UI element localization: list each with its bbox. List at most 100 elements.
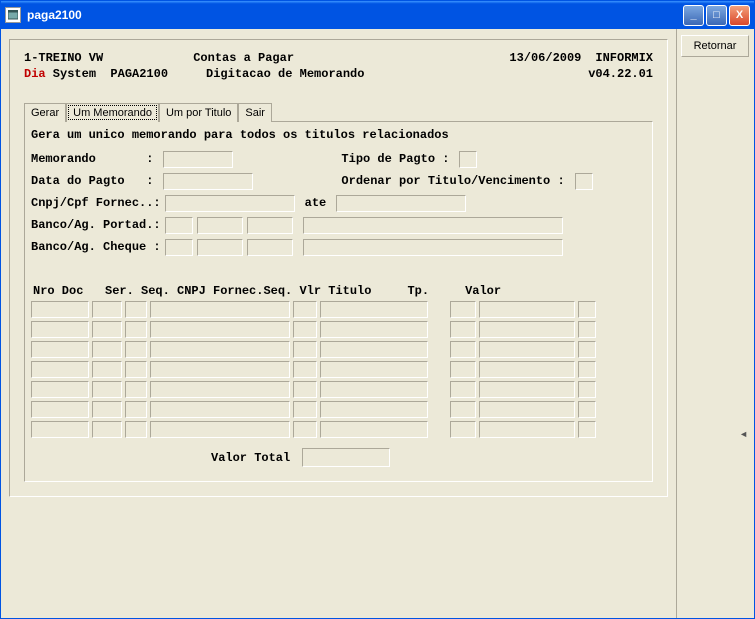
cell-ser[interactable] [92,401,122,418]
table-row [31,361,646,378]
cell-tp[interactable] [450,401,476,418]
table-row [31,421,646,438]
tab-um-por-titulo[interactable]: Um por Titulo [159,103,238,122]
cell-trail[interactable] [578,321,596,338]
data-pagto-input[interactable] [163,173,253,190]
banco-cheque-2[interactable] [197,239,243,256]
cell-seq[interactable] [125,421,147,438]
cell-seq[interactable] [125,301,147,318]
row-memorando: Memorando : Tipo de Pagto : [31,148,646,170]
cell-ser[interactable] [92,421,122,438]
cell-ser[interactable] [92,301,122,318]
ordenar-input[interactable] [575,173,593,190]
banco-portad-2[interactable] [197,217,243,234]
cell-vlr-titulo[interactable] [320,401,428,418]
cell-cnpj-fornec[interactable] [150,401,290,418]
cell-seq2[interactable] [293,381,317,398]
cell-cnpj-fornec[interactable] [150,361,290,378]
cell-trail[interactable] [578,381,596,398]
cell-cnpj-fornec[interactable] [150,381,290,398]
cell-tp[interactable] [450,361,476,378]
cell-seq[interactable] [125,401,147,418]
cell-ser[interactable] [92,361,122,378]
total-input[interactable] [302,448,390,467]
cell-vlr-titulo[interactable] [320,321,428,338]
cell-cnpj-fornec[interactable] [150,301,290,318]
cell-valor[interactable] [479,401,575,418]
memorando-input[interactable] [163,151,233,168]
cell-nro-doc[interactable] [31,421,89,438]
cell-tp[interactable] [450,321,476,338]
ordenar-label: Ordenar por Titulo/Vencimento : [341,174,564,188]
cell-tp[interactable] [450,421,476,438]
cell-seq2[interactable] [293,301,317,318]
cell-seq2[interactable] [293,341,317,358]
banco-cheque-3[interactable] [247,239,293,256]
tab-um-memorando[interactable]: Um Memorando [66,103,159,122]
banco-portad-desc[interactable] [303,217,563,234]
cell-seq[interactable] [125,361,147,378]
header-line-2: Dia System PAGA2100 Digitacao de Memoran… [24,66,653,82]
window-title: paga2100 [27,8,683,22]
cell-ser[interactable] [92,321,122,338]
cell-tp[interactable] [450,341,476,358]
cell-nro-doc[interactable] [31,401,89,418]
cell-vlr-titulo[interactable] [320,361,428,378]
cell-seq[interactable] [125,341,147,358]
cell-valor[interactable] [479,341,575,358]
cell-valor[interactable] [479,301,575,318]
tipo-pagto-input[interactable] [459,151,477,168]
cell-vlr-titulo[interactable] [320,341,428,358]
cell-valor[interactable] [479,381,575,398]
table-row [31,341,646,358]
total-label: Valor Total [211,451,290,465]
cell-ser[interactable] [92,341,122,358]
cell-valor[interactable] [479,361,575,378]
cell-cnpj-fornec[interactable] [150,341,290,358]
table-row [31,401,646,418]
window-body: 1-TREINO VW Contas a Pagar 13/06/2009 IN… [1,29,754,618]
tab-sair[interactable]: Sair [238,103,272,122]
cell-seq2[interactable] [293,321,317,338]
cell-nro-doc[interactable] [31,361,89,378]
cell-nro-doc[interactable] [31,381,89,398]
cell-seq[interactable] [125,321,147,338]
cell-trail[interactable] [578,341,596,358]
banco-cheque-1[interactable] [165,239,193,256]
cell-trail[interactable] [578,301,596,318]
cell-nro-doc[interactable] [31,321,89,338]
cell-valor[interactable] [479,321,575,338]
cell-ser[interactable] [92,381,122,398]
banco-portad-1[interactable] [165,217,193,234]
cell-seq[interactable] [125,381,147,398]
cell-vlr-titulo[interactable] [320,421,428,438]
cell-cnpj-fornec[interactable] [150,321,290,338]
cell-nro-doc[interactable] [31,301,89,318]
close-button[interactable]: X [729,5,750,26]
cell-trail[interactable] [578,401,596,418]
cell-cnpj-fornec[interactable] [150,421,290,438]
cell-valor[interactable] [479,421,575,438]
cell-tp[interactable] [450,301,476,318]
table-row [31,321,646,338]
cell-seq2[interactable] [293,401,317,418]
banco-cheque-label: Banco/Ag. Cheque : [31,240,161,254]
maximize-button[interactable]: □ [706,5,727,26]
cell-seq2[interactable] [293,361,317,378]
cell-tp[interactable] [450,381,476,398]
banco-cheque-desc[interactable] [303,239,563,256]
tipo-pagto-label: Tipo de Pagto : [341,152,449,166]
tabs: Gerar Um Memorando Um por Titulo Sair [24,102,653,121]
cell-trail[interactable] [578,361,596,378]
banco-portad-3[interactable] [247,217,293,234]
cell-seq2[interactable] [293,421,317,438]
cnpj-from-input[interactable] [165,195,295,212]
retornar-button[interactable]: Retornar [681,35,749,57]
cell-vlr-titulo[interactable] [320,301,428,318]
cnpj-to-input[interactable] [336,195,466,212]
cell-vlr-titulo[interactable] [320,381,428,398]
cell-trail[interactable] [578,421,596,438]
cell-nro-doc[interactable] [31,341,89,358]
tab-gerar[interactable]: Gerar [24,103,66,122]
minimize-button[interactable]: _ [683,5,704,26]
